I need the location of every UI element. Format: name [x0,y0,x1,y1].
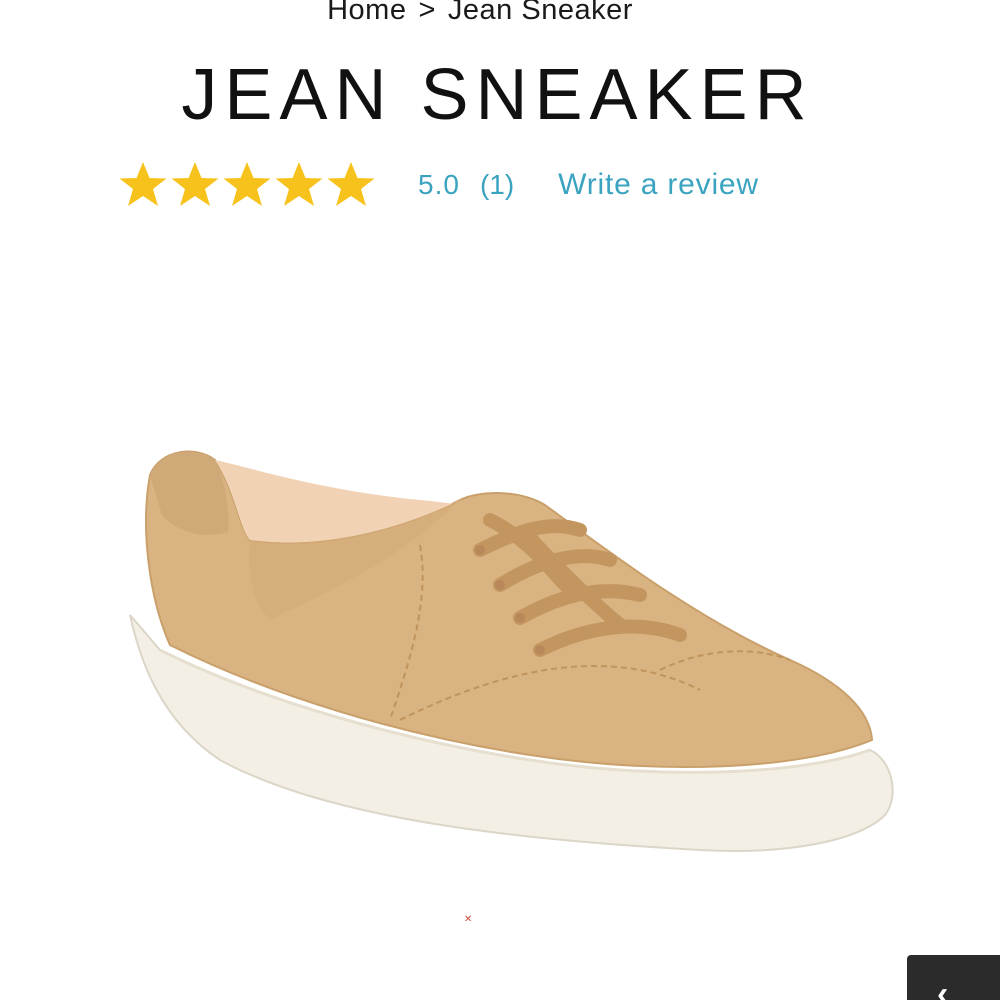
star-rating[interactable] [118,160,376,210]
star-icon [118,160,168,210]
write-review-link[interactable]: Write a review [558,168,759,202]
rating-value: 5.0 [418,169,460,200]
breadcrumb-current: Jean Sneaker [447,0,633,26]
chat-tab[interactable]: ‹ [907,955,1000,1000]
product-page: Home > Jean Sneaker JEAN SNEAKER 5.0 (1) W… [0,0,1000,1000]
star-icon [274,160,324,210]
product-image[interactable] [100,420,920,890]
breadcrumb-separator: > [418,0,436,26]
star-icon [326,160,376,210]
image-indicator-dot[interactable]: ✕ [464,914,472,925]
star-icon [170,160,220,210]
breadcrumb: Home > Jean Sneaker [0,0,960,27]
review-count[interactable]: (1) [480,169,514,201]
product-title: JEAN SNEAKER [181,55,814,135]
star-icon [222,160,272,210]
chevron-icon: ‹ [937,975,949,1000]
sneaker-image [129,450,894,852]
breadcrumb-home-link[interactable]: Home [327,0,406,26]
rating-row: 5.0 (1) Write a review [118,150,759,220]
